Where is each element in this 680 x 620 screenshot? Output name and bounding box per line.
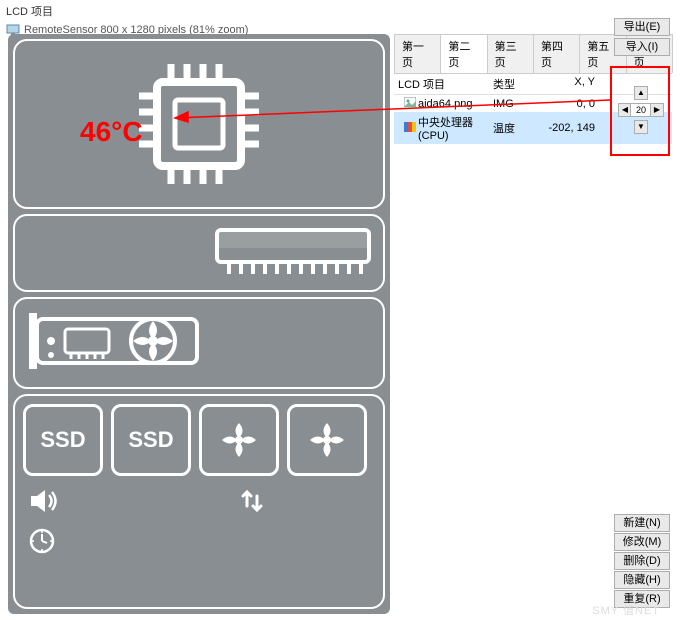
- fan-icon: [304, 417, 350, 463]
- col-xy[interactable]: X, Y: [539, 74, 599, 94]
- top-buttons: 导出(E) 导入(I): [614, 18, 670, 56]
- tab-page-2[interactable]: 第二页: [440, 34, 487, 73]
- export-button[interactable]: 导出(E): [614, 18, 670, 36]
- new-button[interactable]: 新建(N): [614, 514, 670, 532]
- lcd-preview: 46°C: [8, 34, 390, 614]
- row-xy: -202, 149: [539, 120, 599, 136]
- nudge-down-button[interactable]: ▼: [634, 120, 648, 134]
- ssd1-tile: SSD: [23, 404, 103, 476]
- bottom-buttons: 新建(N) 修改(M) 删除(D) 隐藏(H) 重复(R): [614, 514, 670, 608]
- col-item[interactable]: LCD 项目: [394, 74, 489, 94]
- ram-icon: [213, 224, 373, 282]
- hide-button[interactable]: 隐藏(H): [614, 571, 670, 589]
- bottom-panel: SSD SSD: [13, 394, 385, 609]
- sensor-icon: [404, 122, 416, 135]
- speaker-icon: [29, 488, 59, 514]
- cpu-icon: [129, 54, 269, 194]
- gpu-icon: [25, 305, 225, 381]
- col-type[interactable]: 类型: [489, 74, 539, 94]
- row-xy: 0, 0: [539, 96, 599, 112]
- watermark: SMY 值NET: [592, 602, 660, 618]
- cpu-temp-overlay[interactable]: 46°C: [80, 116, 143, 148]
- clock-icon: [29, 528, 55, 554]
- row-label: aida64.png: [418, 98, 472, 110]
- tab-page-1[interactable]: 第一页: [394, 34, 441, 73]
- delete-button[interactable]: 删除(D): [614, 552, 670, 570]
- gpu-panel: [13, 297, 385, 389]
- nudge-control: ▲ ◀ 20 px ▶ ▼: [614, 70, 666, 152]
- row-type: 温度: [489, 118, 539, 138]
- nudge-up-button[interactable]: ▲: [634, 86, 648, 100]
- cpu-panel: [13, 39, 385, 209]
- ssd2-tile: SSD: [111, 404, 191, 476]
- ram-panel: [13, 214, 385, 292]
- tab-page-4[interactable]: 第四页: [533, 34, 580, 73]
- tab-page-3[interactable]: 第三页: [487, 34, 534, 73]
- fan-icon: [216, 417, 262, 463]
- nudge-highlight: ▲ ◀ 20 px ▶ ▼: [610, 66, 670, 156]
- modify-button[interactable]: 修改(M): [614, 533, 670, 551]
- row-type: IMG: [489, 96, 539, 112]
- nudge-right-button[interactable]: ▶: [650, 103, 664, 117]
- nudge-value[interactable]: 20 px: [630, 103, 652, 117]
- fan1-tile: [199, 404, 279, 476]
- import-button[interactable]: 导入(I): [614, 38, 670, 56]
- row-label: 中央处理器(CPU): [418, 114, 485, 142]
- fan2-tile: [287, 404, 367, 476]
- window-title: LCD 项目: [0, 0, 680, 22]
- network-icon: [239, 488, 265, 514]
- image-icon: [404, 97, 416, 110]
